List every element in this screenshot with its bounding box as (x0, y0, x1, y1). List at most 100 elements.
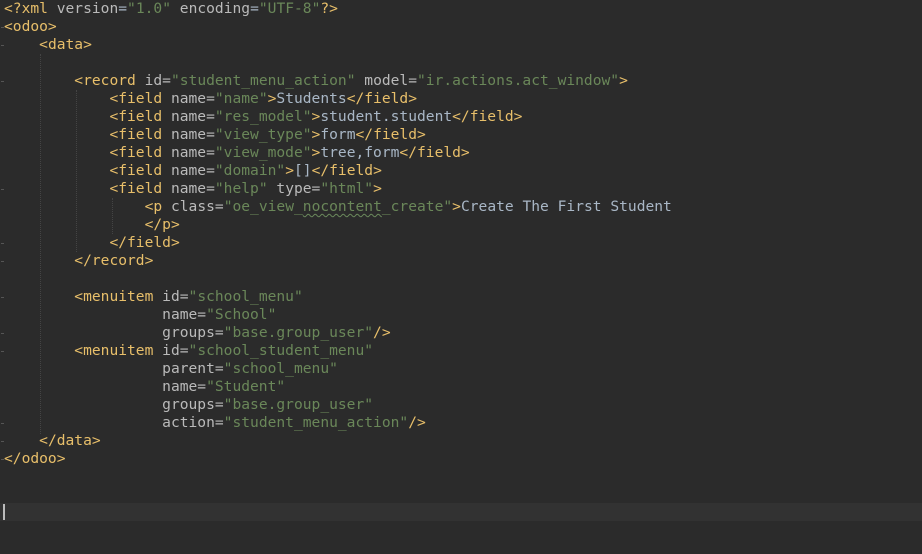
code-line: <field name="view_type">form</field> (109, 126, 426, 143)
record-close-tag: </record> (74, 252, 154, 269)
field-text: student.student (320, 108, 453, 125)
xml-decl-attr: version (56, 0, 119, 17)
field-close-tag: </field> (355, 126, 426, 143)
current-line-highlight (0, 503, 922, 521)
attr-value: "name" (214, 90, 268, 107)
code-line: </field> (4, 234, 672, 252)
field-close-tag: </field> (399, 144, 470, 161)
attr-name: groups= (162, 324, 224, 341)
attr-value: "student_menu_action" (170, 72, 356, 89)
attr-name: name= (162, 306, 207, 323)
code-line: <field name="help" type="html"> (109, 180, 382, 197)
attr-value: "base.group_user" (223, 396, 374, 413)
field-text: [] (293, 162, 312, 179)
code-line: <field name="name">Students</field> (109, 90, 417, 107)
code-line: <record id="student_menu_action" model="… (74, 72, 628, 89)
attr-value: "school_student_menu" (188, 342, 374, 359)
code-editor[interactable]: <?xml version="1.0" encoding="UTF-8"?> <… (0, 0, 922, 554)
xml-decl-attr: encoding (179, 0, 251, 17)
code-line: <?xml version="1.0" encoding="UTF-8"?> (4, 0, 338, 17)
attr-name: name= (170, 126, 215, 143)
field-open-tag: <field (109, 162, 163, 179)
code-line: <field name="res_model">student.student<… (109, 108, 523, 125)
p-text: Create The First Student (460, 198, 672, 215)
attr-name: groups= (162, 396, 224, 413)
attr-value: "base.group_user" (223, 324, 374, 341)
code-line: </odoo> (4, 450, 672, 468)
code-content: <?xml version="1.0" encoding="UTF-8"?> <… (4, 0, 672, 468)
code-line: <field name="domain">[]</field> (109, 162, 382, 179)
code-line: <field name="view_mode">tree,form</field… (109, 144, 470, 161)
attr-value: "html" (320, 180, 374, 197)
xml-decl-close: ?> (320, 0, 338, 17)
code-line: <odoo> (4, 18, 672, 36)
field-text: form (320, 126, 356, 143)
code-line: name="School" (4, 306, 672, 324)
field-open-tag: <field (109, 180, 163, 197)
code-line: groups="base.group_user"/> (162, 324, 391, 341)
field-open-tag: <field (109, 90, 163, 107)
p-close-tag: </p> (144, 216, 180, 233)
code-line: </data> (4, 432, 672, 450)
attr-name: type= (276, 180, 321, 197)
attr-value: "domain" (214, 162, 286, 179)
attr-name: id= (162, 342, 189, 359)
attr-name: name= (170, 180, 215, 197)
text-cursor (3, 504, 5, 520)
code-line: name="Student" (4, 378, 672, 396)
attr-value: "School" (206, 306, 277, 323)
attr-name: id= (162, 288, 189, 305)
spellcheck-warning: nocontent (302, 198, 382, 215)
attr-value: "ir.actions.act_window" (417, 72, 620, 89)
field-close-tag: </field> (311, 162, 382, 179)
record-open-tag: <record (74, 72, 136, 89)
attr-value: "view_mode" (214, 144, 312, 161)
attr-name: class= (170, 198, 224, 215)
field-close-tag: </field> (346, 90, 417, 107)
menuitem-open-tag: <menuitem (74, 288, 154, 305)
attr-name: id= (144, 72, 171, 89)
menuitem-open-tag: <menuitem (74, 342, 154, 359)
xml-decl-name: xml (21, 0, 48, 17)
attr-name: name= (170, 108, 215, 125)
attr-name: model= (364, 72, 417, 89)
code-line: groups="base.group_user" (4, 396, 672, 414)
attr-value: "school_menu" (223, 360, 338, 377)
attr-name: name= (170, 90, 215, 107)
code-line: <menuitem id="school_student_menu" (4, 342, 672, 360)
xml-decl-value: "UTF-8" (258, 0, 321, 17)
field-open-tag: <field (109, 108, 163, 125)
code-line: action="student_menu_action"/> (162, 414, 426, 431)
code-line: parent="school_menu" (4, 360, 672, 378)
attr-name: name= (170, 144, 215, 161)
field-open-tag: <field (109, 144, 163, 161)
attr-value: "student_menu_action" (223, 414, 409, 431)
attr-value: "view_type" (214, 126, 312, 143)
attr-name: name= (170, 162, 215, 179)
attr-value: "school_menu" (188, 288, 303, 305)
data-close-tag: </data> (39, 432, 101, 449)
attr-value: "help" (214, 180, 268, 197)
code-line: <p class="oe_view_nocontent_create">Crea… (144, 198, 672, 215)
attr-value: oe_view_ (232, 198, 303, 215)
code-line: </p> (4, 216, 672, 234)
code-line: </record> (4, 252, 672, 270)
xml-decl-open: <? (4, 0, 22, 17)
p-open-tag: <p (144, 198, 163, 215)
field-close-tag: </field> (109, 234, 180, 251)
code-line: <data> (4, 36, 672, 54)
attr-name: name= (162, 378, 207, 395)
field-open-tag: <field (109, 126, 163, 143)
attr-value: "res_model" (214, 108, 312, 125)
odoo-close-tag: </odoo> (4, 450, 66, 467)
data-open-tag: <data> (39, 36, 92, 53)
odoo-open-tag: <odoo> (4, 18, 57, 35)
code-line: <menuitem id="school_menu" (4, 288, 672, 306)
xml-decl-value: "1.0" (127, 0, 171, 17)
field-text: tree,form (320, 144, 400, 161)
field-text: Students (276, 90, 347, 107)
attr-value: "Student" (206, 378, 286, 395)
attr-name: action= (162, 414, 224, 431)
